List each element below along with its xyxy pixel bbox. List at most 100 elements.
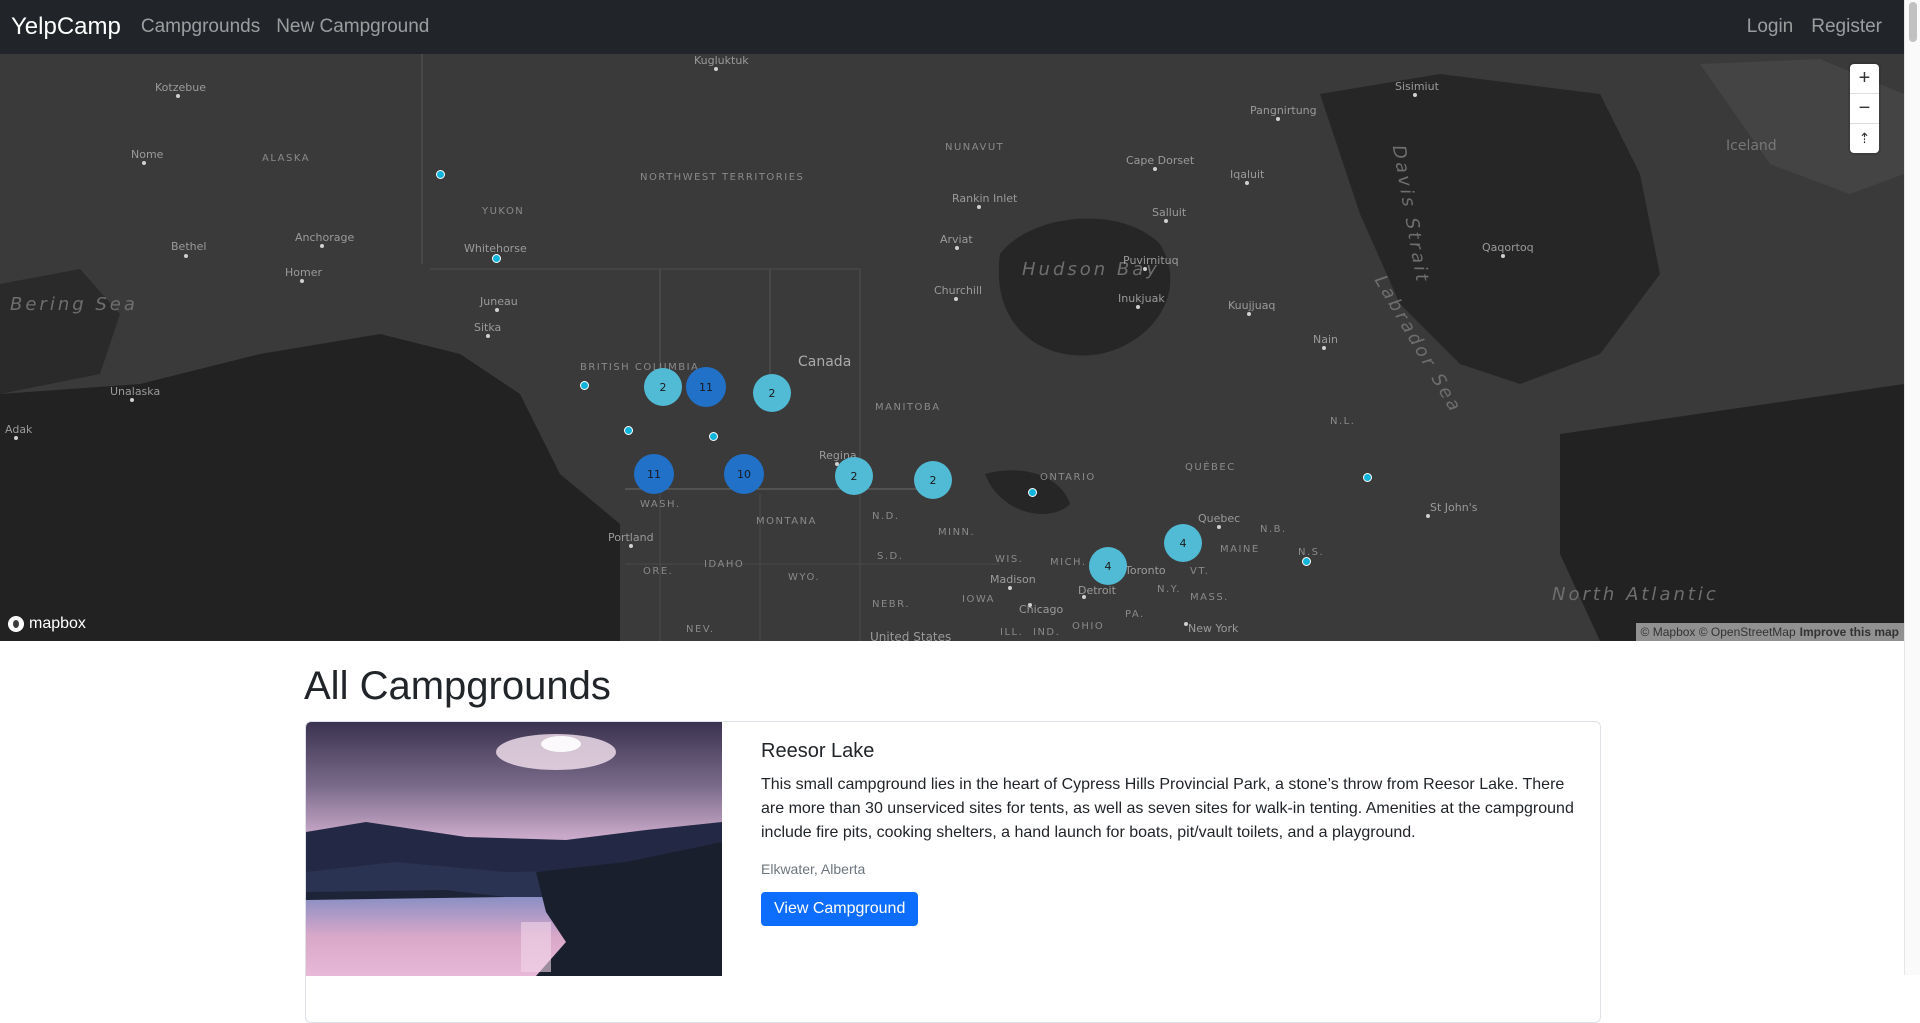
cluster-marker[interactable]: 2 bbox=[644, 368, 682, 406]
city-label: Nain bbox=[1313, 333, 1338, 346]
cluster-map[interactable]: Bering Sea Hudson Bay Davis Strait Labra… bbox=[0, 54, 1904, 641]
campground-point[interactable] bbox=[436, 170, 445, 179]
cluster-marker[interactable]: 4 bbox=[1164, 524, 1202, 562]
region-label: MAINE bbox=[1220, 544, 1260, 555]
city-label: Juneau bbox=[480, 295, 518, 308]
campground-point[interactable] bbox=[709, 432, 718, 441]
city-label: Inukjuak bbox=[1118, 292, 1165, 305]
region-label: OHIO bbox=[1072, 621, 1105, 632]
city-marker bbox=[142, 161, 146, 165]
region-label: MASS. bbox=[1190, 592, 1229, 603]
cluster-marker[interactable]: 2 bbox=[835, 457, 873, 495]
compass-button[interactable]: ⇡ bbox=[1850, 124, 1879, 153]
attribution-text[interactable]: © Mapbox © OpenStreetMap bbox=[1641, 625, 1796, 639]
city-label: New York bbox=[1188, 622, 1239, 635]
page-scrollbar[interactable] bbox=[1904, 0, 1920, 975]
city-marker bbox=[300, 279, 304, 283]
city-label: Unalaska bbox=[110, 385, 161, 398]
cluster-marker[interactable]: 4 bbox=[1089, 547, 1127, 585]
city-marker bbox=[495, 308, 499, 312]
city-label: Pangnirtung bbox=[1250, 104, 1317, 117]
nav-link-new-campground[interactable]: New Campground bbox=[276, 16, 429, 38]
cluster-count: 11 bbox=[699, 380, 713, 394]
city-label: Churchill bbox=[934, 284, 983, 297]
view-campground-button[interactable]: View Campground bbox=[761, 892, 919, 926]
region-label: NEBR. bbox=[872, 599, 910, 610]
city-label: Arviat bbox=[940, 233, 973, 246]
improve-map-link[interactable]: Improve this map bbox=[1800, 625, 1899, 639]
city-marker bbox=[1501, 254, 1505, 258]
city-marker bbox=[1008, 586, 1012, 590]
campground-image bbox=[306, 722, 722, 976]
brand-link[interactable]: YelpCamp bbox=[11, 13, 121, 41]
city-marker bbox=[1164, 219, 1168, 223]
zoom-in-button[interactable]: + bbox=[1850, 64, 1879, 94]
city-label: Nome bbox=[131, 148, 164, 161]
cluster-marker[interactable]: 2 bbox=[914, 461, 952, 499]
region-label: MICH. bbox=[1050, 557, 1087, 568]
city-marker bbox=[955, 246, 959, 250]
region-label: IOWA bbox=[962, 594, 996, 605]
map-navigation-controls: + − ⇡ bbox=[1850, 64, 1879, 153]
city-marker bbox=[977, 205, 981, 209]
city-marker bbox=[176, 94, 180, 98]
water-label: North Atlantic bbox=[1552, 584, 1719, 605]
region-label: YUKON bbox=[482, 206, 525, 217]
campground-point[interactable] bbox=[624, 426, 633, 435]
region-label: MINN. bbox=[938, 527, 976, 538]
city-label: Detroit bbox=[1078, 584, 1116, 597]
city-marker bbox=[14, 436, 18, 440]
city-marker bbox=[184, 254, 188, 258]
city-label: Puvirnituq bbox=[1123, 254, 1179, 267]
nav-link-register[interactable]: Register bbox=[1811, 16, 1882, 38]
mapbox-logo-icon bbox=[8, 616, 24, 632]
cluster-count: 11 bbox=[647, 467, 661, 481]
region-label: S.D. bbox=[877, 551, 904, 562]
city-marker bbox=[1413, 93, 1417, 97]
region-label: BRITISH COLUMBIA bbox=[580, 362, 700, 373]
city-marker bbox=[130, 398, 134, 402]
city-label: Iceland bbox=[1726, 138, 1777, 154]
city-marker bbox=[714, 67, 718, 71]
city-label: Qaqortoq bbox=[1482, 241, 1534, 254]
mapbox-logo[interactable]: mapbox bbox=[8, 615, 86, 633]
city-marker bbox=[954, 297, 958, 301]
nav-link-campgrounds[interactable]: Campgrounds bbox=[141, 16, 260, 38]
city-label: Portland bbox=[608, 531, 654, 544]
campground-point[interactable] bbox=[1302, 557, 1311, 566]
city-marker bbox=[1426, 514, 1430, 518]
cluster-marker[interactable]: 2 bbox=[753, 374, 791, 412]
region-label: PA. bbox=[1125, 609, 1145, 620]
cluster-marker[interactable]: 10 bbox=[724, 454, 764, 494]
campground-point[interactable] bbox=[580, 381, 589, 390]
city-marker bbox=[1143, 267, 1147, 271]
page-title: All Campgrounds bbox=[304, 664, 611, 708]
zoom-out-button[interactable]: − bbox=[1850, 94, 1879, 124]
region-label: N.D. bbox=[872, 511, 900, 522]
region-label: IDAHO bbox=[704, 559, 745, 570]
region-label: WIS. bbox=[995, 554, 1024, 565]
country-label: United States bbox=[870, 630, 952, 641]
city-marker bbox=[320, 244, 324, 248]
cluster-marker[interactable]: 11 bbox=[686, 367, 726, 407]
water-label: Bering Sea bbox=[10, 294, 138, 315]
cluster-count: 10 bbox=[737, 467, 751, 481]
city-label: Quebec bbox=[1198, 512, 1241, 525]
city-label: Salluit bbox=[1152, 206, 1187, 219]
cluster-marker[interactable]: 11 bbox=[634, 454, 674, 494]
city-label: Kuujjuaq bbox=[1228, 299, 1276, 312]
region-label: ILL. bbox=[1000, 627, 1024, 638]
city-label: Anchorage bbox=[295, 231, 355, 244]
campground-point[interactable] bbox=[492, 254, 501, 263]
campground-point[interactable] bbox=[1028, 488, 1037, 497]
campground-photo bbox=[306, 722, 722, 976]
region-label: WYO. bbox=[788, 572, 821, 583]
city-label: Kugluktuk bbox=[694, 54, 749, 67]
region-label: N.B. bbox=[1260, 524, 1287, 535]
scrollbar-thumb[interactable] bbox=[1909, 2, 1917, 42]
region-label: WASH. bbox=[640, 499, 681, 510]
nav-link-login[interactable]: Login bbox=[1747, 16, 1794, 38]
region-label: N.Y. bbox=[1157, 584, 1181, 595]
campground-point[interactable] bbox=[1363, 473, 1372, 482]
region-label: ALASKA bbox=[262, 153, 311, 164]
